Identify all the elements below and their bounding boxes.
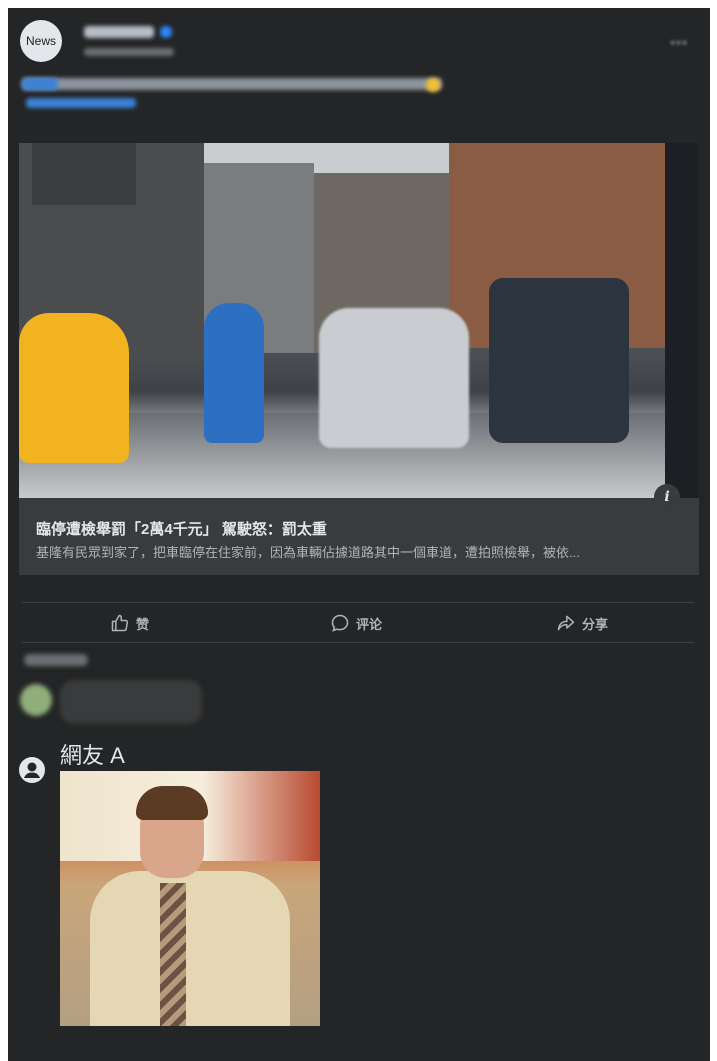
like-button[interactable]: 赞 (110, 611, 149, 635)
man-hair (136, 786, 208, 820)
share-label: 分享 (582, 616, 609, 632)
commenter-avatar-blurred[interactable] (20, 684, 52, 716)
author-name-blurred[interactable] (84, 26, 154, 38)
taxi (19, 313, 129, 463)
post-text-blurred-line-1 (22, 78, 442, 90)
more-dots-icon[interactable]: ••• (670, 34, 688, 50)
user-avatar-icon[interactable] (19, 757, 45, 783)
redacted-patch (32, 143, 136, 205)
verified-badge-icon (160, 26, 172, 38)
man-tie (160, 883, 186, 1026)
divider-bottom (22, 642, 694, 643)
info-icon[interactable]: i (654, 484, 680, 510)
link-title: 臨停遭檢舉罰「2萬4千元」 駕駛怒：罰太重 (36, 521, 327, 538)
comment-meme-image[interactable] (60, 771, 320, 1026)
divider-top (22, 602, 694, 603)
parked-suv (489, 278, 629, 443)
comment-bubble-icon (331, 614, 349, 632)
thumbs-up-icon (111, 614, 129, 632)
man-shirt (90, 871, 290, 1026)
post-card: News ••• i 臨停遭檢舉罰「2萬4千元」 駕駛怒：罰太重 基隆有民眾到家… (8, 8, 710, 1061)
like-label: 赞 (136, 616, 150, 632)
post-link-blurred[interactable] (22, 78, 58, 90)
link-preview-image[interactable] (19, 143, 699, 498)
link-description: 基隆有民眾到家了，把車臨停在住家前，因為車輛佔據道路其中一個車道，遭拍照檢舉，被… (36, 545, 580, 560)
comment-author-name[interactable]: 網友 A (60, 738, 125, 770)
scooter-rider (204, 303, 264, 443)
share-arrow-icon (557, 615, 575, 631)
comment-bubble-blurred[interactable] (60, 680, 202, 724)
share-button[interactable]: 分享 (556, 611, 608, 635)
post-timestamp-blurred[interactable] (84, 48, 174, 56)
link-preview-text[interactable]: 臨停遭檢舉罰「2萬4千元」 駕駛怒：罰太重 基隆有民眾到家了，把車臨停在住家前，… (19, 498, 699, 575)
comment-label: 评论 (356, 616, 383, 632)
comment-sort-blurred[interactable] (24, 654, 88, 666)
post-text-blurred-line-2[interactable] (26, 98, 136, 108)
blurred-car (319, 308, 469, 448)
comment-button[interactable]: 评论 (330, 611, 382, 635)
emoji-icon (426, 78, 440, 92)
page-avatar[interactable]: News (20, 20, 62, 62)
post-header: News ••• (8, 8, 710, 120)
image-edge (665, 143, 699, 498)
